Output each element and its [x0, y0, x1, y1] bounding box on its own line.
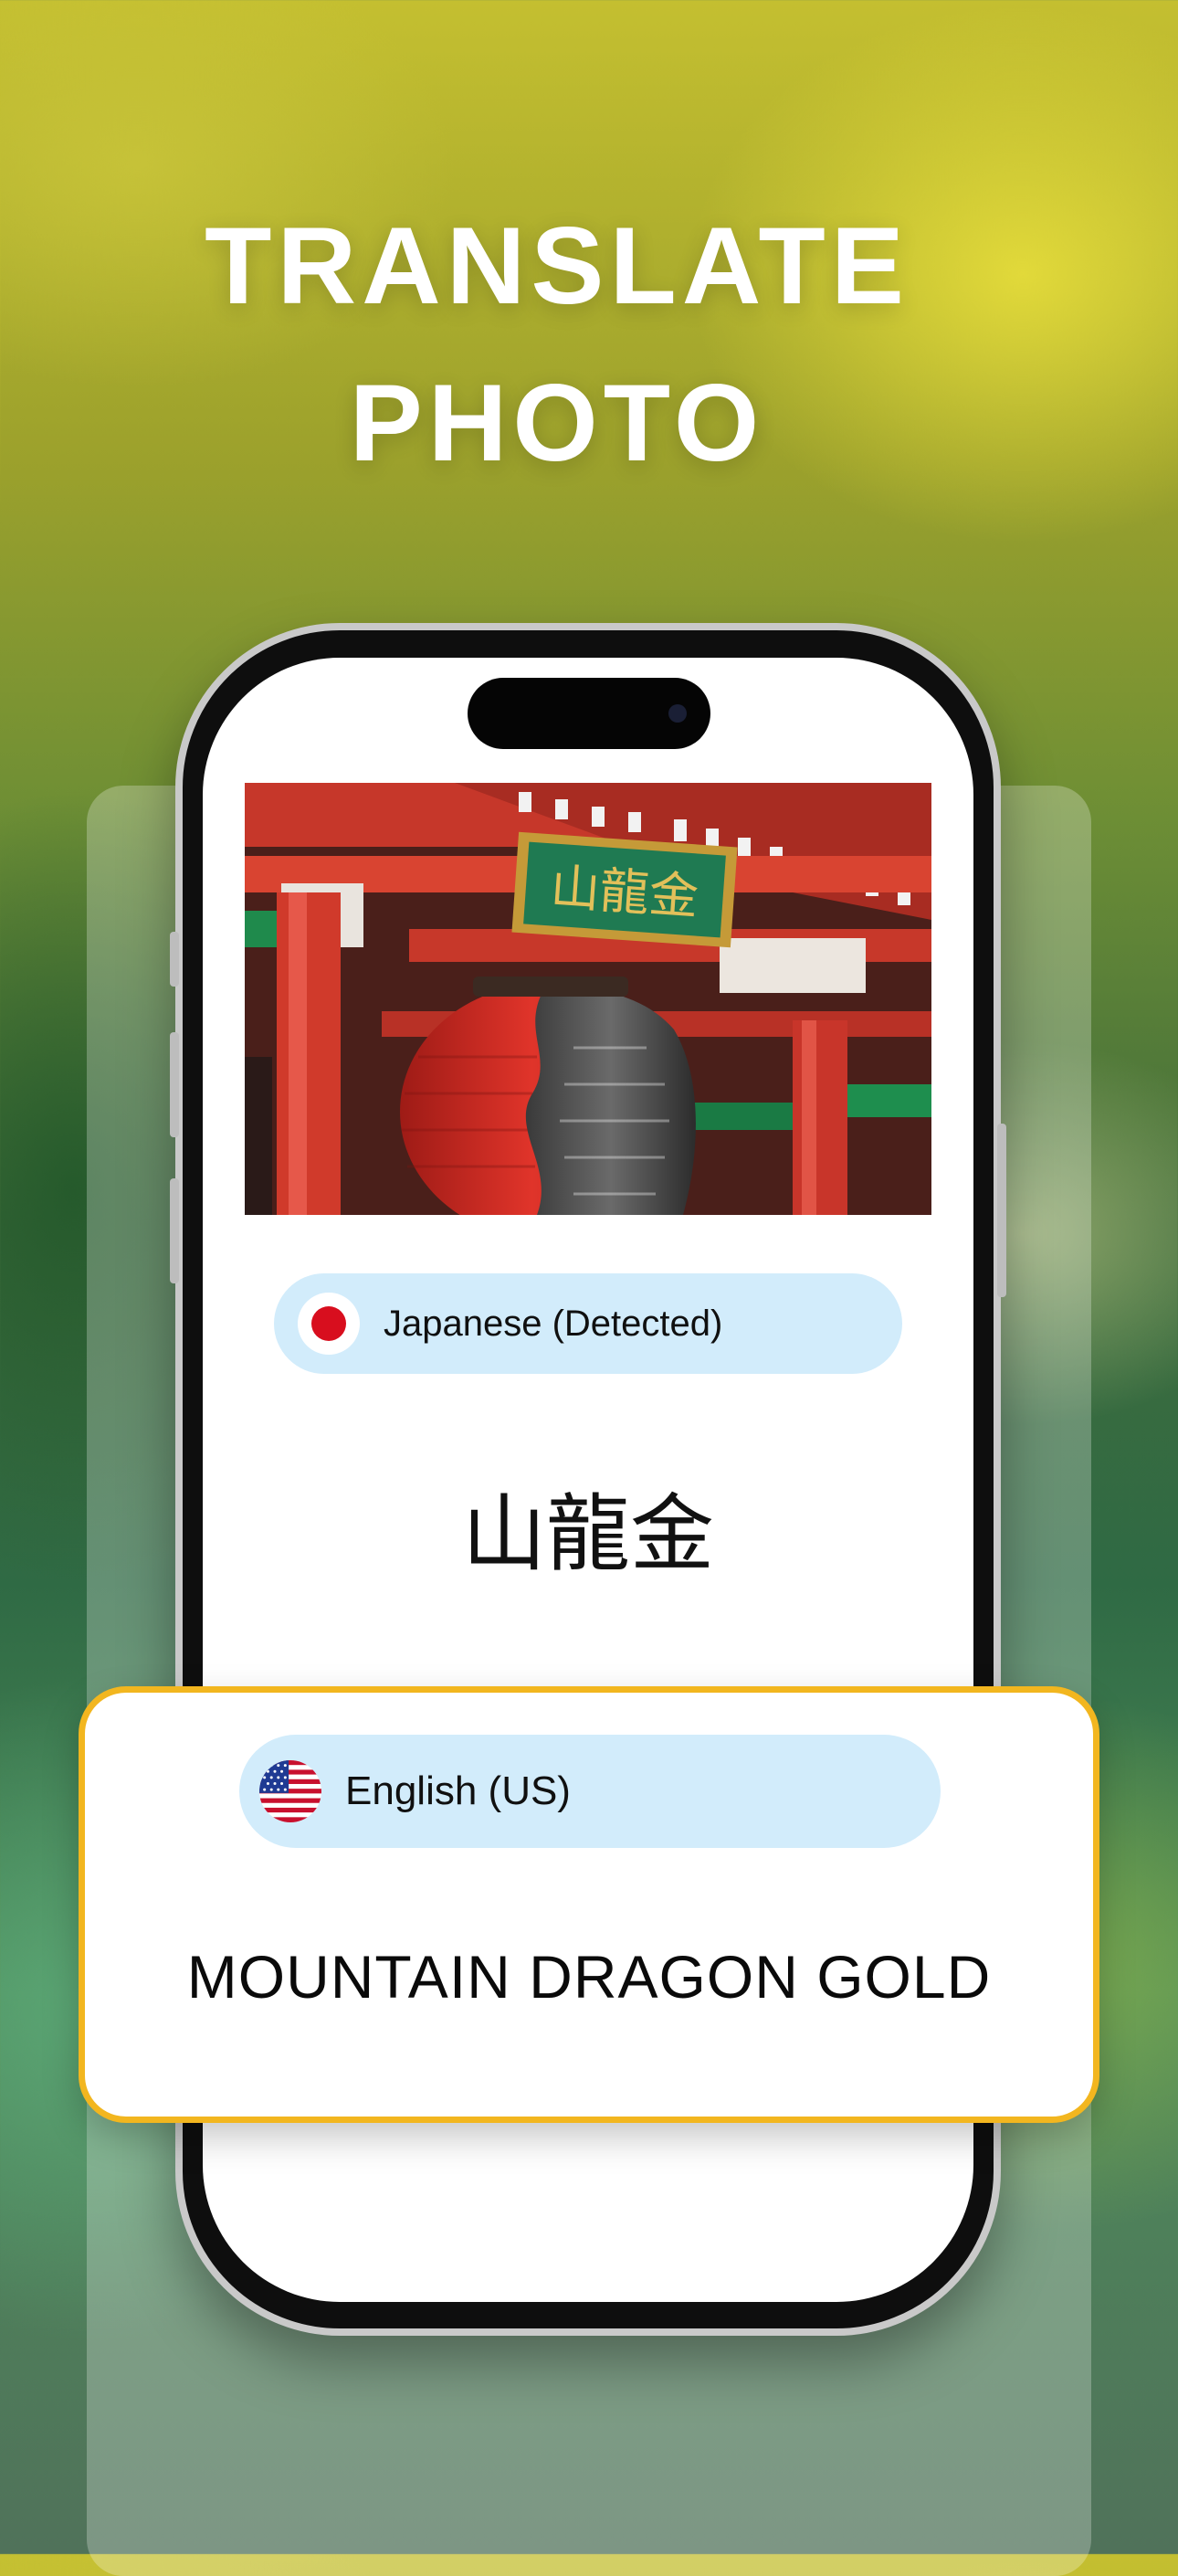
- temple-gate-photo: 山龍金: [245, 783, 931, 1215]
- phone-action-button: [170, 932, 179, 987]
- japan-flag-icon: [298, 1293, 360, 1355]
- headline: TRANSLATE PHOTO: [0, 187, 1114, 501]
- phone-power-button: [997, 1124, 1006, 1297]
- front-camera: [668, 704, 687, 723]
- phone-volume-up-button: [170, 1032, 179, 1137]
- dynamic-island: [468, 678, 710, 749]
- phone-volume-down-button: [170, 1178, 179, 1283]
- target-language-label: English (US): [345, 1768, 571, 1813]
- target-language-selector[interactable]: English (US): [239, 1735, 941, 1848]
- us-flag-icon: [259, 1760, 321, 1822]
- source-language-label: Japanese (Detected): [384, 1303, 723, 1344]
- headline-line-2: PHOTO: [349, 362, 765, 484]
- headline-line-1: TRANSLATE: [205, 205, 910, 327]
- source-language-selector[interactable]: Japanese (Detected): [274, 1273, 902, 1374]
- translated-text: MOUNTAIN DRAGON GOLD: [186, 1943, 992, 2011]
- source-text: 山龍金: [461, 1485, 714, 1583]
- captured-photo[interactable]: 山龍金: [245, 783, 931, 1215]
- sign-text: 山龍金: [549, 858, 700, 925]
